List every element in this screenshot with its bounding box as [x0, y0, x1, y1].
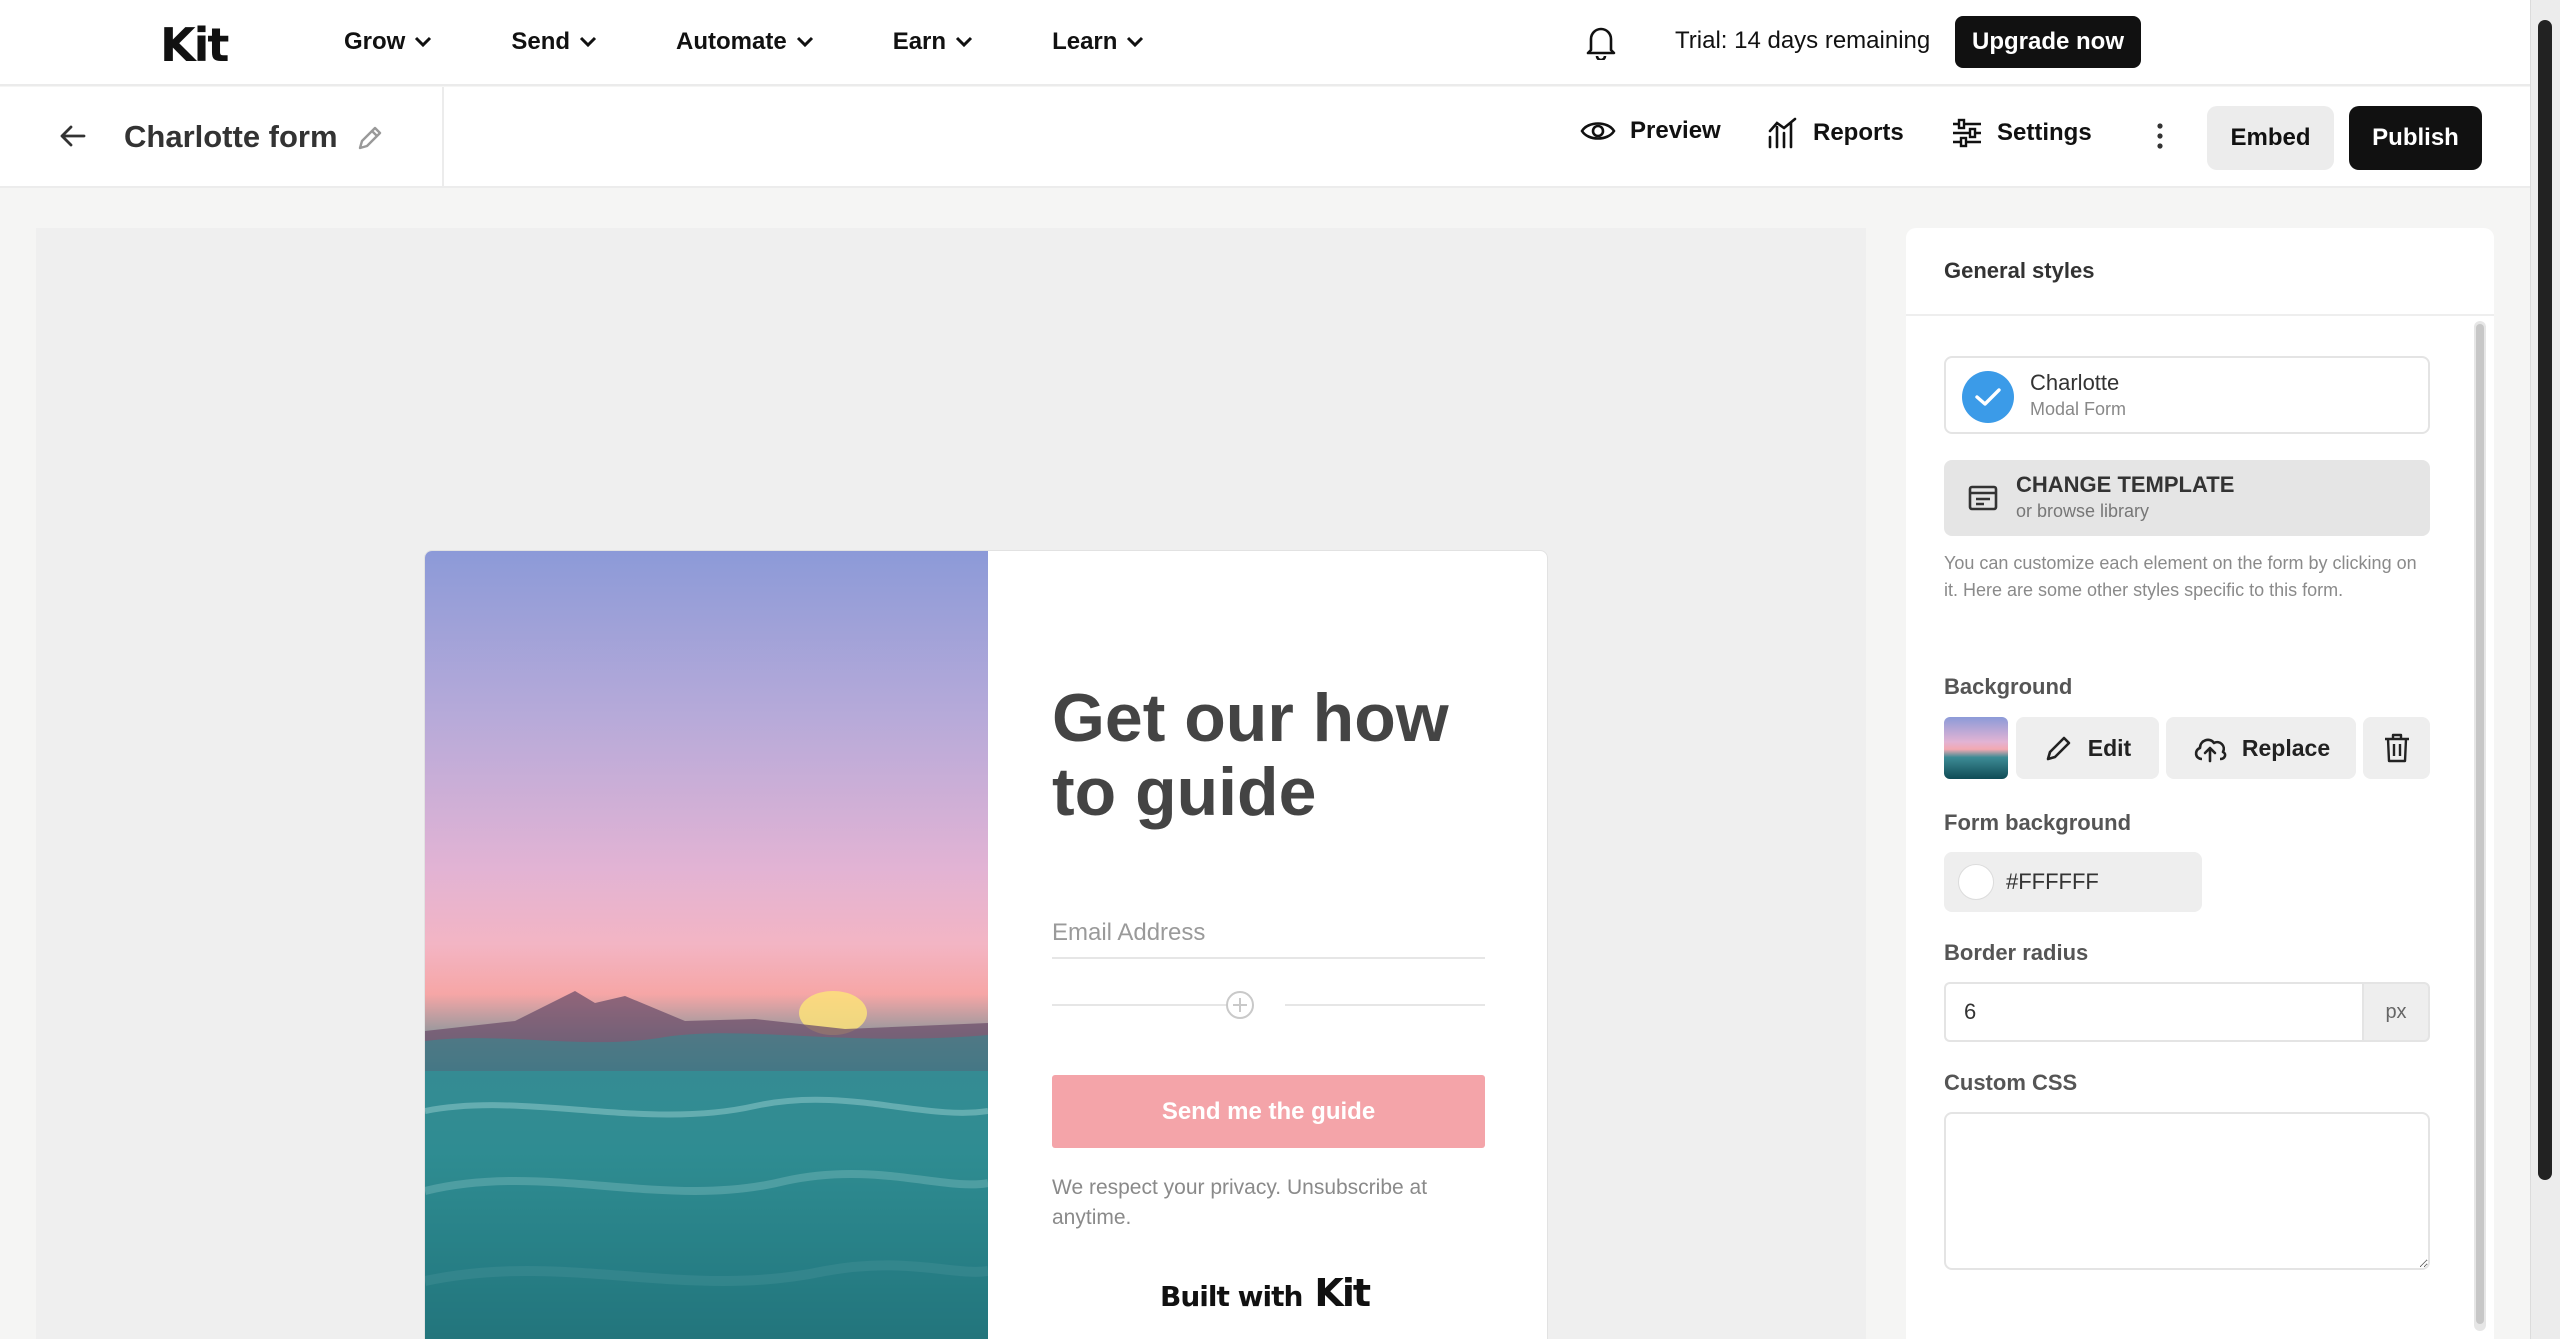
nav-grow[interactable]: Grow [344, 28, 433, 56]
kit-logo[interactable]: Kit [160, 18, 229, 72]
bar-chart-icon [1768, 117, 1797, 149]
chevron-down-icon [415, 36, 432, 48]
border-radius-label: Border radius [1944, 940, 2089, 965]
nav-automate-label: Automate [676, 28, 787, 55]
nav-send[interactable]: Send [511, 28, 598, 56]
nav-grow-label: Grow [344, 28, 406, 55]
replace-background-button[interactable]: Replace [2166, 717, 2356, 779]
background-label: Background [1944, 674, 2073, 699]
panel-scrollbar-thumb[interactable] [2476, 324, 2484, 1324]
form-background-label: Form background [1944, 810, 2132, 835]
settings-label: Settings [1997, 119, 2092, 146]
trash-icon [2384, 733, 2409, 763]
eye-icon [1580, 122, 1616, 140]
upgrade-button[interactable]: Upgrade now [1955, 16, 2141, 68]
template-card[interactable]: Charlotte Modal Form [1944, 356, 2430, 434]
editor-header: Charlotte form Preview Reports Settings … [0, 87, 2530, 188]
ocean-sunset-image [425, 991, 988, 1339]
panel-title: General styles [1906, 228, 2494, 316]
nav-automate[interactable]: Automate [676, 28, 815, 56]
help-text: You can customize each element on the fo… [1944, 553, 2417, 600]
styles-panel: General styles Charlotte Modal Form CHAN… [1906, 228, 2494, 1339]
divider-left [1052, 1004, 1232, 1006]
send-guide-button[interactable]: Send me the guide [1052, 1075, 1485, 1148]
pencil-icon [2046, 736, 2071, 761]
built-with-logo: Kit [1314, 1271, 1371, 1315]
preview-button[interactable]: Preview [1580, 117, 1721, 145]
form-heading[interactable]: Get our how to guide [1052, 681, 1492, 829]
privacy-text[interactable]: We respect your privacy. Unsubscribe at … [1052, 1173, 1485, 1233]
sliders-icon [1953, 118, 1981, 148]
built-with-label: Built with [1160, 1280, 1303, 1313]
back-arrow-icon[interactable] [58, 121, 88, 151]
change-template-button[interactable]: CHANGE TEMPLATE or browse library [1944, 460, 2430, 536]
nav-learn-label: Learn [1052, 28, 1118, 55]
form-preview[interactable]: Get our how to guide Send me the guide W… [424, 550, 1548, 1339]
template-icon [1968, 485, 1998, 511]
divider-right [1285, 1004, 1485, 1006]
check-icon [1962, 371, 2014, 423]
chevron-down-icon [1127, 36, 1144, 48]
trial-status: Trial: 14 days remaining [1675, 27, 1931, 54]
custom-css-label: Custom CSS [1944, 1070, 2078, 1095]
background-thumbnail[interactable] [1944, 717, 2008, 779]
custom-css-field[interactable] [1944, 1112, 2430, 1270]
add-field-icon[interactable] [1225, 990, 1255, 1020]
delete-background-button[interactable] [2363, 717, 2430, 779]
publish-button[interactable]: Publish [2349, 106, 2482, 170]
main-menu: Grow Send Automate Earn Learn [344, 0, 1223, 84]
form-background-image[interactable] [425, 551, 988, 1339]
replace-label: Replace [2241, 734, 2331, 761]
chevron-down-icon [956, 36, 973, 48]
bell-icon[interactable] [1585, 24, 1617, 60]
chevron-down-icon [579, 36, 597, 48]
embed-button[interactable]: Embed [2207, 106, 2334, 170]
email-field[interactable] [1052, 909, 1485, 959]
reports-label: Reports [1813, 119, 1904, 146]
page-title: Charlotte form [124, 119, 338, 154]
form-background-color-picker[interactable]: #FFFFFF [1944, 852, 2202, 912]
form-background-value: #FFFFFF [2006, 869, 2099, 894]
pencil-icon[interactable] [355, 123, 385, 153]
template-name: Charlotte [2030, 370, 2120, 395]
window-scrollbar-thumb[interactable] [2538, 20, 2552, 1180]
color-swatch [1958, 864, 1994, 900]
template-type: Modal Form [2030, 399, 2127, 419]
nav-earn-label: Earn [892, 28, 947, 55]
edit-label: Edit [2087, 734, 2132, 761]
chevron-down-icon [796, 36, 813, 48]
edit-background-button[interactable]: Edit [2016, 717, 2159, 779]
form-canvas: Get our how to guide Send me the guide W… [36, 228, 1866, 1339]
nav-earn[interactable]: Earn [893, 28, 974, 56]
reports-button[interactable]: Reports [1767, 117, 1904, 149]
upload-cloud-icon [2194, 738, 2227, 763]
more-options-icon[interactable] [2150, 121, 2170, 151]
settings-button[interactable]: Settings [1951, 117, 2092, 149]
border-radius-unit: px [2362, 982, 2430, 1042]
border-radius-input[interactable] [1944, 982, 2364, 1042]
built-with-badge[interactable]: Built with Kit [1160, 1271, 1371, 1315]
nav-send-label: Send [511, 28, 571, 55]
preview-label: Preview [1630, 117, 1721, 144]
top-navigation: Kit Grow Send Automate Earn Learn Trial:… [0, 0, 2560, 86]
browse-library-label: or browse library [2016, 501, 2150, 521]
form-title-area: Charlotte form [0, 87, 444, 187]
nav-learn[interactable]: Learn [1052, 28, 1145, 56]
change-template-label: CHANGE TEMPLATE [2016, 472, 2235, 497]
